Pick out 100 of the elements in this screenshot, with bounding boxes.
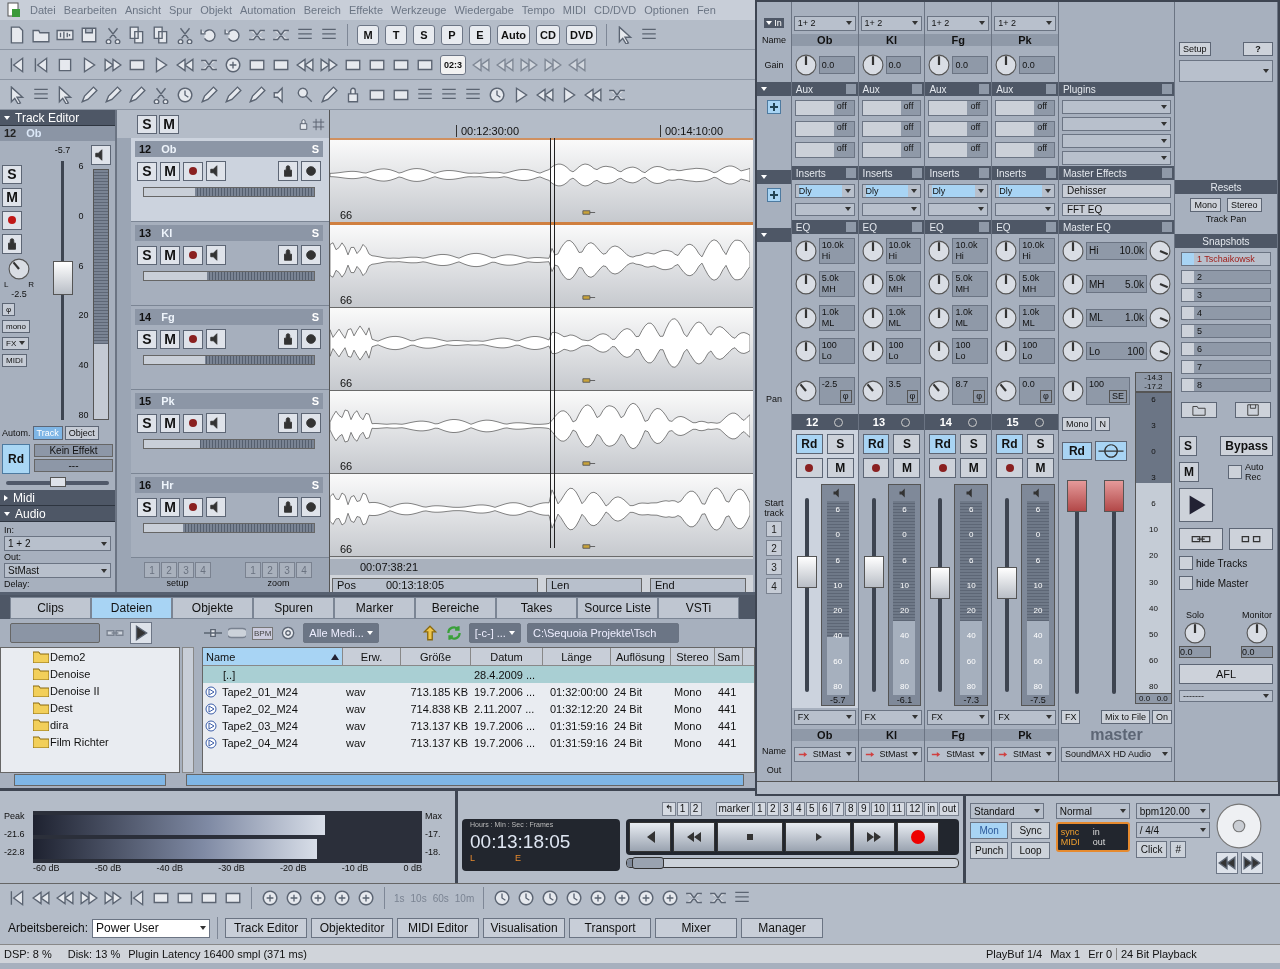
page-icon[interactable] — [8, 25, 26, 44]
toggle-square[interactable] — [1162, 168, 1172, 178]
mono-button[interactable]: mono — [2, 319, 30, 333]
toolbar-button[interactable]: DVD — [565, 24, 598, 45]
column-header[interactable]: Auflösung — [611, 648, 671, 665]
track-button[interactable]: S — [137, 497, 157, 517]
read-button[interactable]: Rd — [795, 434, 823, 454]
solo-button[interactable]: S — [826, 434, 854, 454]
record-button[interactable] — [929, 458, 957, 478]
phase-button[interactable]: φ — [973, 390, 986, 403]
track-button[interactable]: M — [160, 497, 180, 517]
record-button[interactable] — [996, 458, 1023, 478]
copy-icon[interactable] — [152, 25, 170, 44]
rewind-button[interactable] — [673, 822, 715, 852]
eq-knob[interactable] — [861, 306, 884, 329]
fx-button[interactable]: FX — [1060, 710, 1081, 724]
record-button[interactable] — [862, 458, 890, 478]
add-button[interactable] — [766, 188, 781, 202]
marker-number-button[interactable]: 4 — [792, 802, 805, 816]
record-button[interactable] — [183, 161, 203, 181]
snapshot-slot[interactable]: 7 — [1181, 360, 1271, 374]
browser-tab[interactable]: VSTi — [658, 597, 739, 619]
gain-knob[interactable] — [794, 54, 817, 76]
stop-button[interactable] — [717, 822, 783, 852]
aux-send[interactable]: off — [861, 142, 922, 158]
marker-number-button[interactable]: 2 — [766, 802, 779, 816]
track-header[interactable]: 13 Kl S S M — [131, 222, 329, 306]
marker-number-button[interactable]: 9 — [857, 802, 870, 816]
position-field[interactable]: Pos 00:13:18:05 — [332, 578, 538, 592]
eq-gain-knob[interactable] — [1149, 306, 1171, 329]
setup-button[interactable]: Setup — [1179, 42, 1211, 56]
fx-dropdown[interactable]: FX — [927, 709, 990, 725]
volume-fader[interactable] — [796, 555, 817, 588]
fx-dropdown[interactable]: FX — [793, 709, 856, 725]
eq-knob[interactable] — [794, 306, 817, 329]
scissors-icon[interactable] — [104, 25, 122, 44]
record-button[interactable] — [183, 413, 203, 433]
start-track-button[interactable]: 1 — [765, 521, 782, 537]
record-button[interactable] — [183, 329, 203, 349]
lock-icon[interactable] — [2, 233, 22, 254]
eq-knob[interactable] — [928, 306, 951, 329]
folder-item[interactable]: dira — [50, 718, 69, 731]
play-button[interactable] — [785, 822, 851, 852]
solo-button[interactable]: S — [893, 434, 921, 454]
media-filter-dropdown[interactable]: Alle Medi... — [303, 623, 379, 643]
section-label[interactable]: In — [764, 18, 784, 28]
file-row[interactable]: Tape2_01_M24 wav 713.185 KB 19.7.2006 ... 01:32:00:00 24 Bit Mono 441 — [203, 683, 754, 700]
eq-knob[interactable] — [928, 239, 951, 262]
track-button[interactable]: M — [160, 329, 180, 349]
phase-button[interactable]: φ — [1040, 390, 1052, 403]
read-button[interactable]: Rd — [996, 434, 1023, 454]
volume-fader[interactable] — [863, 555, 884, 588]
record-button[interactable] — [183, 497, 203, 517]
record-button[interactable] — [897, 822, 939, 852]
toggle-square[interactable] — [912, 84, 923, 94]
toggle-button[interactable]: Sync — [1011, 822, 1050, 839]
mono-button[interactable]: Mono — [1061, 417, 1093, 431]
gear-icon[interactable] — [301, 497, 321, 517]
toolbar-button[interactable]: M — [357, 24, 379, 45]
marker-button[interactable]: marker — [715, 802, 753, 816]
start-track-button[interactable]: 3 — [765, 559, 782, 575]
solo-button[interactable]: S — [2, 164, 22, 184]
browser-tab[interactable]: Source Liste — [577, 597, 658, 619]
view-button[interactable]: MIDI Editor — [397, 918, 480, 938]
midi-button[interactable]: MIDI — [2, 353, 27, 367]
clock-icon[interactable] — [493, 889, 512, 907]
eq-knob[interactable] — [1061, 239, 1084, 262]
aux-send[interactable]: off — [928, 142, 989, 158]
bypass-button[interactable]: Bypass — [1220, 436, 1273, 456]
output-dropdown[interactable]: StMast — [4, 563, 111, 578]
marker-number-button[interactable]: 12 — [906, 802, 924, 816]
effect-value-field[interactable]: --- — [34, 459, 113, 472]
afl-button[interactable]: AFL — [1179, 664, 1273, 684]
column-header[interactable]: Datum — [471, 648, 543, 665]
scrollbar[interactable] — [186, 774, 744, 786]
fast-forward-icon[interactable] — [80, 889, 98, 907]
automation-mode-tab[interactable]: Object — [64, 426, 99, 440]
toggle-square[interactable] — [979, 84, 990, 94]
gear-icon[interactable] — [301, 329, 321, 349]
eq-knob[interactable] — [1061, 273, 1084, 296]
input-dropdown[interactable]: 1+ 2 — [860, 15, 923, 31]
gain-knob[interactable] — [928, 54, 951, 76]
help-button[interactable]: ? — [1243, 42, 1273, 56]
zoom-icon[interactable] — [613, 889, 632, 907]
path-field[interactable]: C:\Sequoia Projekte\Tsch — [526, 623, 679, 643]
fx-dropdown[interactable]: FX — [2, 336, 30, 350]
time-signature-dropdown[interactable]: / 4/4 — [1135, 822, 1210, 838]
record-button[interactable] — [183, 245, 203, 265]
file-row[interactable]: [..] 28.4.2009 ... — [203, 666, 754, 683]
aux-send[interactable]: off — [995, 100, 1055, 116]
click-button[interactable]: Click — [1135, 841, 1168, 858]
folder-item[interactable]: Denoise — [50, 667, 91, 680]
browser-tab[interactable]: Objekte — [172, 597, 253, 619]
toolbar-button[interactable]: P — [441, 24, 463, 45]
track-lane[interactable]: 66 — [330, 225, 753, 308]
master-effect-slot[interactable]: Dehisser — [1061, 184, 1171, 198]
toggle-square[interactable] — [845, 222, 856, 232]
mute-button[interactable]: M — [2, 187, 22, 207]
scrollbar[interactable] — [14, 774, 166, 786]
insert-dropdown[interactable] — [928, 202, 989, 216]
